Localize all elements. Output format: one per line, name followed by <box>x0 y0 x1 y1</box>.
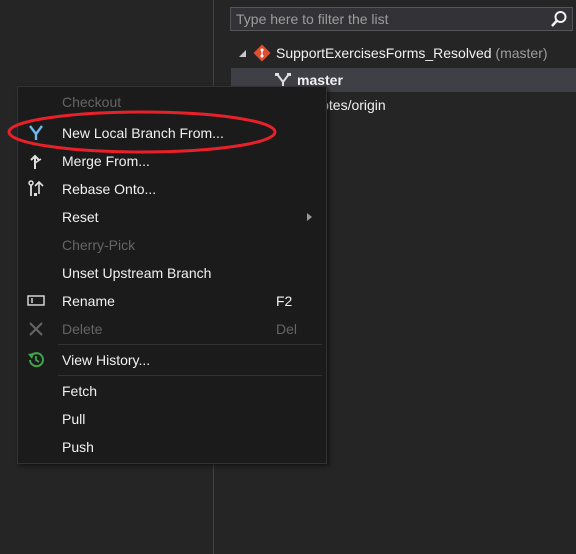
git-repo-icon <box>253 44 271 62</box>
menu-item-pull[interactable]: Pull <box>18 405 326 433</box>
submenu-arrow-icon <box>307 213 312 221</box>
menu-item-cherry-pick[interactable]: Cherry-Pick <box>18 231 326 259</box>
context-menu: Checkout New Local Branch From... Merge … <box>17 86 327 464</box>
search-icon[interactable] <box>550 10 568 28</box>
menu-item-new-local-branch[interactable]: New Local Branch From... <box>18 119 326 147</box>
repo-name: SupportExercisesForms_Resolved <box>276 45 492 61</box>
menu-item-label: Rename <box>62 293 115 309</box>
menu-item-label: Push <box>62 439 94 455</box>
menu-item-view-history[interactable]: View History... <box>18 346 326 374</box>
menu-item-label: View History... <box>62 352 151 368</box>
menu-item-rename[interactable]: Rename F2 <box>18 287 326 315</box>
menu-separator <box>58 344 322 345</box>
filter-box[interactable] <box>230 7 573 31</box>
menu-item-delete[interactable]: Delete Del <box>18 315 326 343</box>
menu-item-push[interactable]: Push <box>18 433 326 461</box>
menu-item-fetch[interactable]: Fetch <box>18 377 326 405</box>
repo-node[interactable]: SupportExercisesForms_Resolved (master) <box>276 41 548 65</box>
menu-item-label: Fetch <box>62 383 98 399</box>
menu-item-label: Cherry-Pick <box>62 237 136 253</box>
menu-item-label: Checkout <box>62 94 122 110</box>
menu-item-label: Delete <box>62 321 103 337</box>
menu-item-label: Merge From... <box>62 153 150 169</box>
menu-item-shortcut: Del <box>276 321 298 337</box>
menu-item-checkout[interactable]: Checkout <box>18 88 326 116</box>
history-icon <box>28 352 44 368</box>
menu-item-rebase-onto[interactable]: Rebase Onto... <box>18 175 326 203</box>
collapse-triangle-icon[interactable] <box>238 46 248 62</box>
menu-separator <box>58 375 322 376</box>
menu-item-label: Pull <box>62 411 86 427</box>
menu-item-reset[interactable]: Reset <box>18 203 326 231</box>
rebase-icon <box>28 180 44 196</box>
menu-item-shortcut: F2 <box>276 293 293 309</box>
menu-item-label: Reset <box>62 209 99 225</box>
menu-item-label: Rebase Onto... <box>62 181 157 197</box>
filter-input[interactable] <box>231 8 546 30</box>
rename-icon <box>27 295 45 306</box>
merge-icon <box>30 154 42 169</box>
menu-item-unset-upstream[interactable]: Unset Upstream Branch <box>18 259 326 287</box>
menu-item-label: Unset Upstream Branch <box>62 265 212 281</box>
menu-item-label: New Local Branch From... <box>62 125 224 141</box>
menu-item-merge-from[interactable]: Merge From... <box>18 147 326 175</box>
repo-current-branch: (master) <box>495 45 548 61</box>
new-branch-icon <box>29 125 43 140</box>
delete-icon <box>29 322 43 336</box>
